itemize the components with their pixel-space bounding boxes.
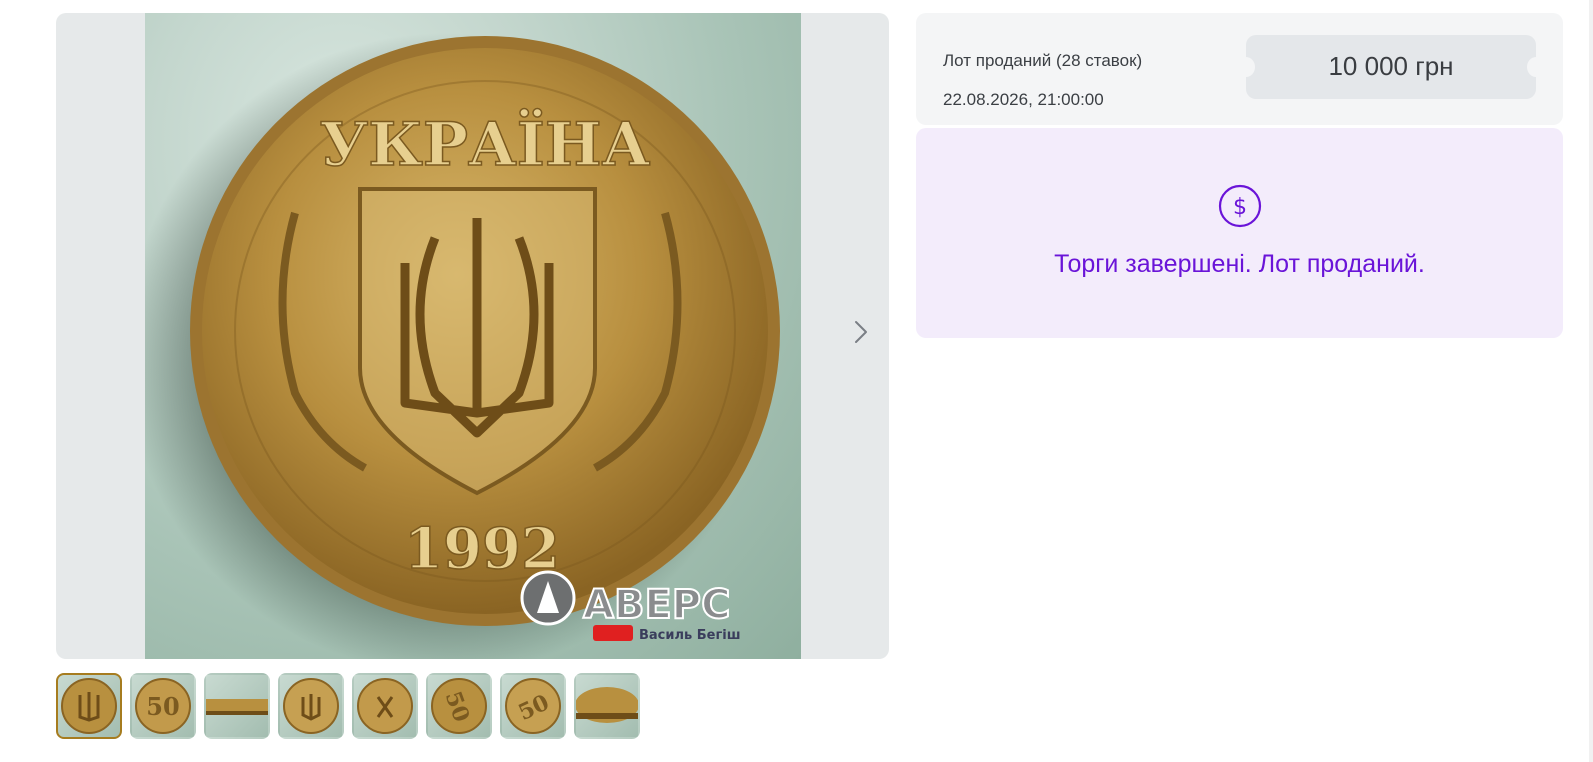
final-price: 10 000 грн	[1328, 51, 1454, 81]
main-lot-photo[interactable]: УКРАЇНА 1992 АВЕРС Василь Бегіш	[145, 13, 801, 659]
thumbnail-4[interactable]	[278, 673, 344, 739]
svg-text:50: 50	[146, 692, 179, 721]
coin-country-text: УКРАЇНА	[320, 108, 651, 180]
thumbnail-1[interactable]	[56, 673, 122, 739]
coin-image: УКРАЇНА 1992 АВЕРС Василь Бегіш	[145, 33, 780, 659]
watermark-brand: АВЕРС	[583, 582, 730, 628]
price-badge: 10 000 грн	[1237, 35, 1545, 99]
lot-status-text: Лот проданий (28 ставок)	[943, 51, 1143, 70]
thumbnail-5[interactable]	[352, 673, 418, 739]
coin-year-text: 1992	[404, 516, 560, 582]
chevron-right-icon[interactable]	[850, 318, 872, 346]
watermark-subtitle: Василь Бегіш	[639, 628, 741, 643]
dollar-icon: $	[1218, 184, 1262, 228]
thumbnail-6[interactable]: 50	[426, 673, 492, 739]
lot-status-card: Лот проданий (28 ставок) 22.08.2026, 21:…	[916, 13, 1563, 125]
auction-closed-notice: $ Торги завершені. Лот проданий.	[916, 128, 1563, 338]
lot-end-datetime: 22.08.2026, 21:00:00	[943, 90, 1104, 109]
svg-text:$: $	[1233, 195, 1247, 220]
auction-closed-message: Торги завершені. Лот проданий.	[1054, 250, 1425, 278]
thumbnail-strip: 50 50 50	[56, 673, 640, 741]
thumbnail-8[interactable]	[574, 673, 640, 739]
thumbnail-3[interactable]	[204, 673, 270, 739]
thumbnail-7[interactable]: 50	[500, 673, 566, 739]
lot-image-gallery: УКРАЇНА 1992 АВЕРС Василь Бегіш	[56, 13, 889, 659]
thumbnail-2[interactable]: 50	[130, 673, 196, 739]
page-scrollbar[interactable]	[1589, 0, 1593, 762]
